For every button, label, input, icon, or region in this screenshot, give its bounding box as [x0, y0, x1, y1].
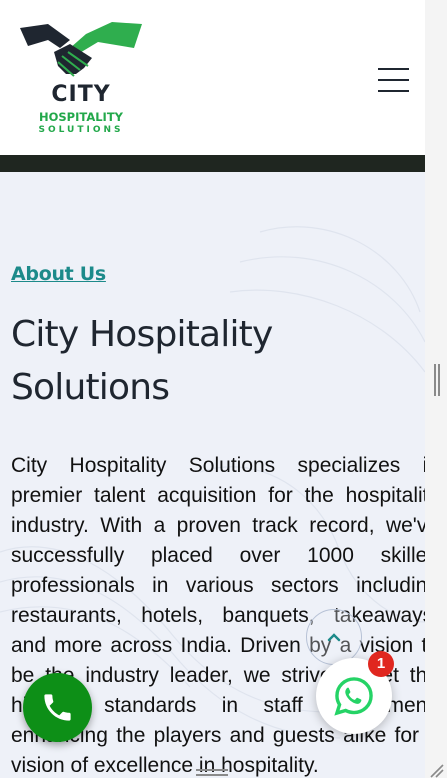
phone-icon — [44, 694, 71, 721]
about-us-link[interactable]: About Us — [11, 263, 106, 285]
scrollbar-handle[interactable] — [434, 364, 440, 396]
logo-solutions-text: SOLUTIONS — [38, 125, 124, 135]
site-logo[interactable]: CITY HOSPITALITY SOLUTIONS — [18, 18, 144, 140]
bottom-drag-handle[interactable] — [196, 769, 228, 778]
call-button[interactable] — [23, 673, 92, 742]
whatsapp-icon — [334, 677, 373, 716]
site-header: CITY HOSPITALITY SOLUTIONS — [0, 0, 425, 155]
logo-hospitality-text: HOSPITALITY — [38, 110, 124, 124]
notification-badge: 1 — [368, 651, 394, 677]
logo-city-text: CITY — [51, 82, 111, 107]
back-to-top-button[interactable] — [306, 609, 362, 665]
page-title: City Hospitality Solutions — [11, 314, 273, 408]
hamburger-menu-icon[interactable] — [376, 66, 412, 96]
hero-image-strip — [0, 155, 425, 172]
handshake-icon — [20, 22, 142, 77]
chevron-up-icon — [327, 633, 341, 642]
resize-grip-icon[interactable] — [428, 762, 444, 778]
